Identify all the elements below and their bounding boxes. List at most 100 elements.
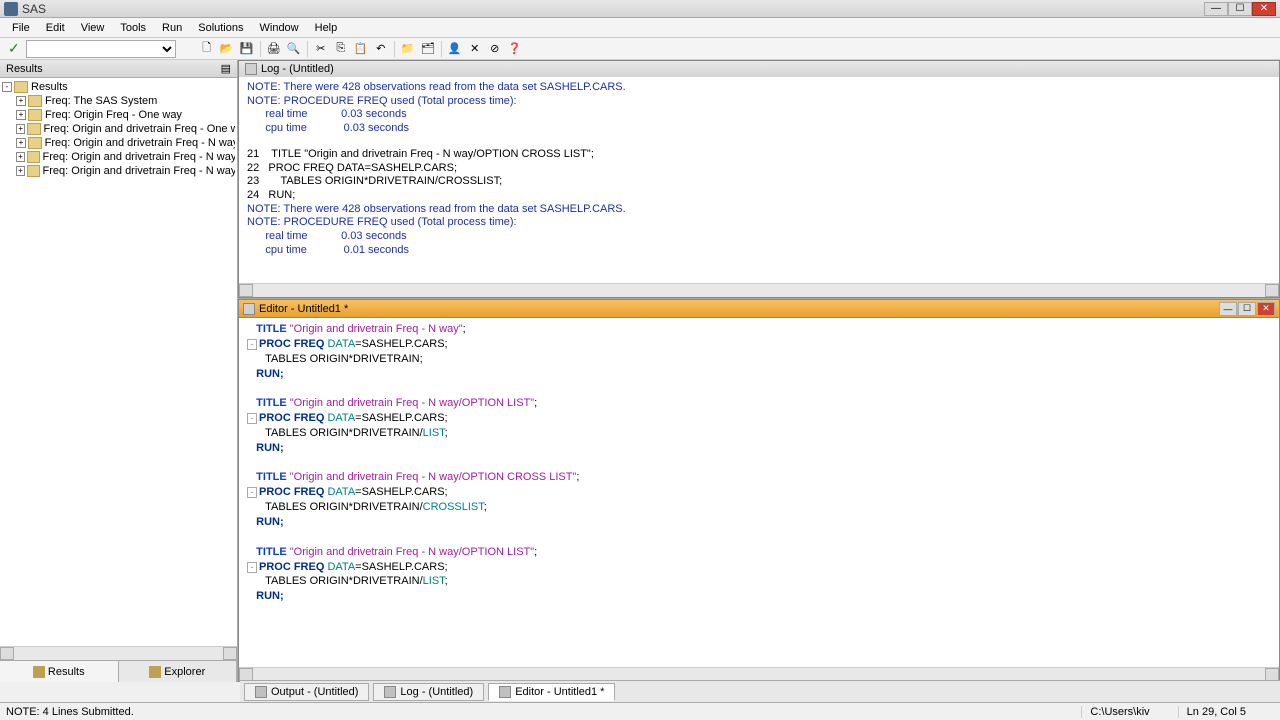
tree-expand-icon[interactable]: + — [16, 124, 25, 134]
sidebar-header: Results ▤ — [0, 60, 237, 78]
tree-collapse-icon[interactable]: - — [2, 82, 12, 92]
cut-button[interactable]: ✂ — [312, 40, 330, 58]
minimize-button[interactable]: — — [1204, 2, 1228, 16]
scroll-right-icon[interactable] — [223, 647, 237, 660]
tree-item[interactable]: + Freq: Origin and drivetrain Freq - One … — [16, 122, 235, 136]
menu-help[interactable]: Help — [307, 20, 346, 36]
tree-label: Freq: Origin and drivetrain Freq - N way — [45, 137, 235, 149]
new-button[interactable]: 🗋 — [198, 40, 216, 58]
folder-icon — [28, 95, 42, 107]
statusbar: NOTE: 4 Lines Submitted. C:\Users\kiv Ln… — [0, 702, 1280, 720]
window-controls: — ☐ ✕ — [1204, 2, 1276, 16]
copy-button[interactable]: ⎘ — [332, 40, 350, 58]
tab-results[interactable]: Results — [0, 661, 119, 682]
editor-maximize-button[interactable]: ☐ — [1238, 302, 1256, 316]
clear-button[interactable]: ✕ — [466, 40, 484, 58]
results-tree[interactable]: - Results + Freq: The SAS System + Freq: Or… — [0, 78, 237, 646]
editor-header[interactable]: Editor - Untitled1 * — ☐ ✕ — [239, 300, 1279, 318]
tree-item[interactable]: + Freq: Origin Freq - One way — [16, 108, 235, 122]
status-position: Ln 29, Col 5 — [1178, 706, 1254, 718]
explorer-button[interactable]: 📁 — [399, 40, 417, 58]
command-combo[interactable] — [26, 40, 176, 58]
save-button[interactable]: 💾 — [238, 40, 256, 58]
open-button[interactable]: 📂 — [218, 40, 236, 58]
titlebar: SAS — ☐ ✕ — [0, 0, 1280, 18]
tree-expand-icon[interactable]: + — [16, 166, 25, 176]
toolbar: ✓ 🗋 📂 💾 🖨 🔍 ✂ ⎘ 📋 ↶ 📁 🗂 👤 ✕ ⊘ ❓ — [0, 38, 1280, 60]
check-icon[interactable]: ✓ — [4, 40, 24, 57]
folder-icon — [27, 165, 40, 177]
folder-icon — [28, 109, 42, 121]
folder-icon — [14, 81, 28, 93]
app-icon — [4, 2, 18, 16]
content-area: Log - (Untitled) NOTE: There were 428 ob… — [238, 60, 1280, 682]
menu-run[interactable]: Run — [154, 20, 190, 36]
sidebar-title: Results — [6, 63, 43, 75]
undo-button[interactable]: ↶ — [372, 40, 390, 58]
log-header[interactable]: Log - (Untitled) — [239, 61, 1279, 77]
editor-content[interactable]: TITLE "Origin and drivetrain Freq - N wa… — [239, 318, 1279, 667]
tree-label: Freq: Origin Freq - One way — [45, 109, 182, 121]
library-button[interactable]: 🗂 — [419, 40, 437, 58]
scroll-left-icon[interactable] — [239, 284, 253, 297]
sidebar-hscroll[interactable] — [0, 646, 237, 660]
editor-icon — [243, 303, 255, 315]
main-area: Results ▤ - Results + Freq: The SAS Syste… — [0, 60, 1280, 682]
explorer-icon — [149, 666, 161, 678]
output-icon — [255, 686, 267, 698]
tree-expand-icon[interactable]: + — [16, 96, 26, 106]
tab-output[interactable]: Output - (Untitled) — [244, 683, 369, 701]
log-hscroll[interactable] — [239, 283, 1279, 297]
menu-window[interactable]: Window — [252, 20, 307, 36]
editor-hscroll[interactable] — [239, 667, 1279, 681]
menu-view[interactable]: View — [73, 20, 113, 36]
editor-tab-icon — [499, 686, 511, 698]
results-icon — [33, 666, 45, 678]
log-content[interactable]: NOTE: There were 428 observations read f… — [239, 77, 1279, 283]
tree-item[interactable]: + Freq: Origin and drivetrain Freq - N wa… — [16, 164, 235, 178]
tree-item[interactable]: + Freq: The SAS System — [16, 94, 235, 108]
tree-expand-icon[interactable]: + — [16, 152, 25, 162]
status-path: C:\Users\kiv — [1081, 706, 1157, 718]
menubar: File Edit View Tools Run Solutions Windo… — [0, 18, 1280, 38]
sidebar-tabs: Results Explorer — [0, 660, 237, 682]
tree-root[interactable]: - Results — [2, 80, 235, 94]
preview-button[interactable]: 🔍 — [285, 40, 303, 58]
bottom-tabs: Output - (Untitled) Log - (Untitled) Edi… — [240, 680, 1280, 702]
scroll-left-icon[interactable] — [0, 647, 14, 660]
tree-item[interactable]: + Freq: Origin and drivetrain Freq - N wa… — [16, 136, 235, 150]
tree-label: Freq: The SAS System — [45, 95, 157, 107]
editor-minimize-button[interactable]: — — [1219, 302, 1237, 316]
editor-panel: Editor - Untitled1 * — ☐ ✕ TITLE "Origin… — [238, 299, 1280, 682]
print-button[interactable]: 🖨 — [265, 40, 283, 58]
tree-expand-icon[interactable]: + — [16, 110, 26, 120]
sidebar-toggle-icon[interactable]: ▤ — [221, 62, 231, 75]
status-message: NOTE: 4 Lines Submitted. — [6, 706, 1081, 718]
break-button[interactable]: ⊘ — [486, 40, 504, 58]
tab-editor[interactable]: Editor - Untitled1 * — [488, 683, 615, 701]
log-tab-icon — [384, 686, 396, 698]
window-title: SAS — [22, 2, 1204, 16]
menu-solutions[interactable]: Solutions — [190, 20, 251, 36]
tab-explorer[interactable]: Explorer — [119, 661, 238, 682]
close-button[interactable]: ✕ — [1252, 2, 1276, 16]
submit-button[interactable]: 👤 — [446, 40, 464, 58]
log-panel: Log - (Untitled) NOTE: There were 428 ob… — [238, 60, 1280, 298]
log-icon — [245, 63, 257, 75]
menu-tools[interactable]: Tools — [112, 20, 154, 36]
help-button[interactable]: ❓ — [506, 40, 524, 58]
editor-close-button[interactable]: ✕ — [1257, 302, 1275, 316]
editor-title: Editor - Untitled1 * — [259, 303, 348, 315]
tree-item[interactable]: + Freq: Origin and drivetrain Freq - N wa… — [16, 150, 235, 164]
tree-label: Freq: Origin and drivetrain Freq - One w… — [44, 123, 235, 135]
log-title: Log - (Untitled) — [261, 63, 334, 75]
tree-label: Freq: Origin and drivetrain Freq - N way… — [43, 165, 235, 177]
tree-label: Freq: Origin and drivetrain Freq - N way… — [43, 151, 235, 163]
maximize-button[interactable]: ☐ — [1228, 2, 1252, 16]
menu-file[interactable]: File — [4, 20, 38, 36]
tree-expand-icon[interactable]: + — [16, 138, 26, 148]
tab-log[interactable]: Log - (Untitled) — [373, 683, 484, 701]
paste-button[interactable]: 📋 — [352, 40, 370, 58]
menu-edit[interactable]: Edit — [38, 20, 73, 36]
scroll-right-icon[interactable] — [1265, 284, 1279, 297]
